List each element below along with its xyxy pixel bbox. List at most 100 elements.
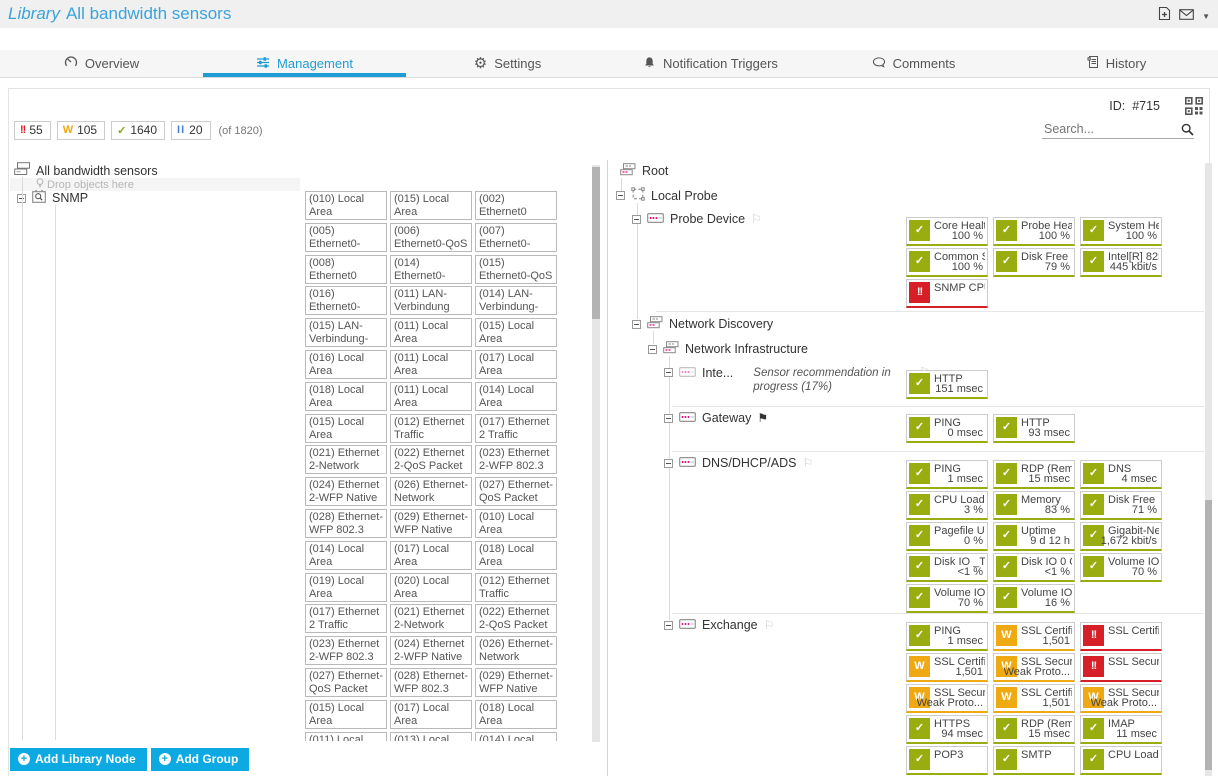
collapse-toggle[interactable] <box>664 621 673 630</box>
library-sensor-tile[interactable]: (005) Ethernet0-WFP Native <box>305 223 387 252</box>
sensor-tile[interactable]: WSSL Securi...Weak Proto... <box>993 653 1075 682</box>
sensor-tile[interactable]: WSSL Securi...Weak Proto... <box>1080 684 1162 713</box>
right-panel-scrollbar-thumb[interactable] <box>1205 500 1212 770</box>
status-badge-ok[interactable]: ✓1640 <box>111 121 165 140</box>
sensor-tile[interactable]: ✓POP3 <box>906 746 988 775</box>
library-sensor-tile[interactable]: (015) Local Area <box>305 700 387 729</box>
library-sensor-tile[interactable]: (007) Ethernet0-WFP 802.3 <box>475 223 557 252</box>
sensor-tile[interactable]: WSSL Certifi...1,501 <box>906 653 988 682</box>
sensor-tile[interactable]: ✓Volume IO ...16 % <box>993 584 1075 613</box>
library-sensor-tile[interactable]: (014) Local Area <box>475 732 557 741</box>
sensor-tile[interactable]: ✓Pagefile Us...0 % <box>906 522 988 551</box>
tab-notification-triggers[interactable]: Notification Triggers <box>609 50 812 77</box>
collapse-toggle[interactable] <box>664 459 673 468</box>
library-sensor-tile[interactable]: (023) Ethernet 2-WFP 802.3 <box>475 445 557 474</box>
library-sensor-tile[interactable]: (020) Local Area <box>390 573 472 602</box>
sensor-tile[interactable]: ✓Gigabit-Net...1,672 kbit/s <box>1080 522 1162 551</box>
tree-node-exchange[interactable]: Exchange ⚐ <box>664 618 774 632</box>
sensor-tile[interactable]: ✓HTTP93 msec <box>993 414 1075 443</box>
library-sensor-tile[interactable]: (018) Local Area <box>475 700 557 729</box>
sensor-tile[interactable]: !!SSL Securi... <box>1080 653 1162 682</box>
tab-history[interactable]: History <box>1015 50 1218 77</box>
library-sensor-tile[interactable]: (018) Local Area <box>305 382 387 411</box>
library-sensor-tile[interactable]: (010) Local Area <box>475 509 557 538</box>
sensor-tile[interactable]: WSSL Securi...Weak Proto... <box>906 684 988 713</box>
library-sensor-tile[interactable]: (011) Local Area <box>390 382 472 411</box>
sensor-tile[interactable]: ✓CPU Load <box>1080 746 1162 775</box>
library-sensor-tile[interactable]: (023) Ethernet 2-WFP 802.3 <box>305 636 387 665</box>
library-sensor-tile[interactable]: (015) Ethernet0-QoS Packet <box>475 255 557 284</box>
library-sensor-tile[interactable]: (015) LAN-Verbindung- <box>305 318 387 347</box>
library-sensor-tile[interactable]: (018) Local Area <box>475 541 557 570</box>
collapse-toggle[interactable] <box>632 320 641 329</box>
email-icon[interactable] <box>1179 7 1194 25</box>
library-sensor-tile[interactable]: (027) Ethernet-QoS Packet <box>305 668 387 697</box>
collapse-toggle[interactable] <box>616 191 625 200</box>
library-sensor-tile[interactable]: (026) Ethernet-Network <box>475 636 557 665</box>
sensor-tile[interactable]: ✓Core Health100 % <box>906 217 988 246</box>
left-panel-scrollbar-thumb[interactable] <box>592 167 600 319</box>
sensor-tile[interactable]: ✓HTTPS94 msec <box>906 715 988 744</box>
library-sensor-tile[interactable]: (022) Ethernet 2-QoS Packet <box>390 445 472 474</box>
library-sensor-tile[interactable]: (015) Local Area <box>305 414 387 443</box>
sensor-tile[interactable]: WSSL Certifi...1,501 <box>993 684 1075 713</box>
library-sensor-tile[interactable]: (014) LAN-Verbindung-QoS <box>475 286 557 315</box>
library-sensor-tile[interactable]: (010) Local Area <box>305 191 387 220</box>
tree-node-network-discovery[interactable]: Network Discovery <box>632 316 773 332</box>
library-sensor-tile[interactable]: (017) Local Area <box>475 350 557 379</box>
library-sensor-tile[interactable]: (011) Local Area <box>305 732 387 741</box>
library-sensor-tile[interactable]: (021) Ethernet 2-Network <box>390 604 472 633</box>
library-sensor-tile[interactable]: (015) Local Area <box>390 191 472 220</box>
sensor-tile[interactable]: ✓Common S...100 % <box>906 248 988 277</box>
tree-node-probe-device[interactable]: Probe Device ⚐ <box>632 212 762 226</box>
sensor-tile[interactable]: ✓Disk IO 0 C:<1 % <box>993 553 1075 582</box>
library-sensor-tile[interactable]: (011) Local Area <box>390 350 472 379</box>
tab-management[interactable]: Management <box>203 50 406 77</box>
library-sensor-tile[interactable]: (017) Local Area <box>390 541 472 570</box>
library-sensor-tile[interactable]: (013) Local Area <box>390 732 472 741</box>
library-sensor-tile[interactable]: (019) Local Area <box>305 573 387 602</box>
library-sensor-tile[interactable]: (028) Ethernet-WFP 802.3 <box>305 509 387 538</box>
add-library-node-button[interactable]: + Add Library Node <box>10 748 147 771</box>
tree-node-local-probe[interactable]: Local Probe <box>616 187 718 204</box>
sensor-tile[interactable]: !!SNMP CPU... <box>906 279 988 308</box>
sensor-tile[interactable]: ✓PING1 msec <box>906 460 988 489</box>
add-group-button[interactable]: + Add Group <box>151 748 250 771</box>
sensor-tile[interactable]: ✓DNS4 msec <box>1080 460 1162 489</box>
status-badge-paused[interactable]: II20 <box>171 121 210 140</box>
qr-code-icon[interactable] <box>1185 97 1203 120</box>
search-input[interactable] <box>1042 120 1194 139</box>
tab-overview[interactable]: Overview <box>0 50 203 77</box>
library-sensor-tile[interactable]: (011) LAN-Verbindung <box>390 286 472 315</box>
library-sensor-tile[interactable]: (016) Local Area <box>305 350 387 379</box>
library-sensor-tile[interactable]: (014) Local Area <box>305 541 387 570</box>
library-sensor-tile[interactable]: (028) Ethernet-WFP 802.3 <box>390 668 472 697</box>
tree-node-gateway[interactable]: Gateway ⚑ <box>664 411 768 425</box>
collapse-toggle[interactable] <box>648 345 657 354</box>
library-sensor-tile[interactable]: (012) Ethernet Traffic <box>475 573 557 602</box>
sensor-tile[interactable]: ✓Uptime9 d 12 h <box>993 522 1075 551</box>
sensor-tile[interactable]: ✓Intel[R] 825...445 kbit/s <box>1080 248 1162 277</box>
collapse-toggle[interactable] <box>664 368 673 377</box>
new-object-icon[interactable] <box>1158 6 1171 26</box>
sensor-tile[interactable]: ✓SMTP <box>993 746 1075 775</box>
sensor-tile[interactable]: ✓PING1 msec <box>906 622 988 651</box>
sensor-tile[interactable]: ✓Volume IO ...70 % <box>1080 553 1162 582</box>
sensor-tile[interactable]: ✓Volume IO ...70 % <box>906 584 988 613</box>
library-sensor-tile[interactable]: (014) Local Area <box>475 382 557 411</box>
sensor-tile[interactable]: ✓System He...100 % <box>1080 217 1162 246</box>
tree-node-root[interactable]: Root <box>620 163 668 179</box>
tab-comments[interactable]: Comments <box>812 50 1015 77</box>
library-sensor-tile[interactable]: (021) Ethernet 2-Network <box>305 445 387 474</box>
sensor-tile[interactable]: ✓Disk IO _To...<1 % <box>906 553 988 582</box>
sensor-tile[interactable]: ✓HTTP151 msec <box>906 370 988 399</box>
library-sensor-tile[interactable]: (008) Ethernet0 Traffic <box>305 255 387 284</box>
library-sensor-tile[interactable]: (024) Ethernet 2-WFP Native <box>305 477 387 506</box>
chevron-down-icon[interactable]: ▼ <box>1202 12 1210 21</box>
search-icon[interactable] <box>1181 123 1194 136</box>
sensor-tile[interactable]: ✓Memory83 % <box>993 491 1075 520</box>
sensor-tile[interactable]: !!SSL Certifi... <box>1080 622 1162 651</box>
library-sensor-tile[interactable]: (024) Ethernet 2-WFP Native <box>390 636 472 665</box>
tree-node-internet[interactable]: Inte... Sensor recommendation in progres… <box>664 366 930 394</box>
sensor-tile[interactable]: ✓RDP (Rem...15 msec <box>993 460 1075 489</box>
